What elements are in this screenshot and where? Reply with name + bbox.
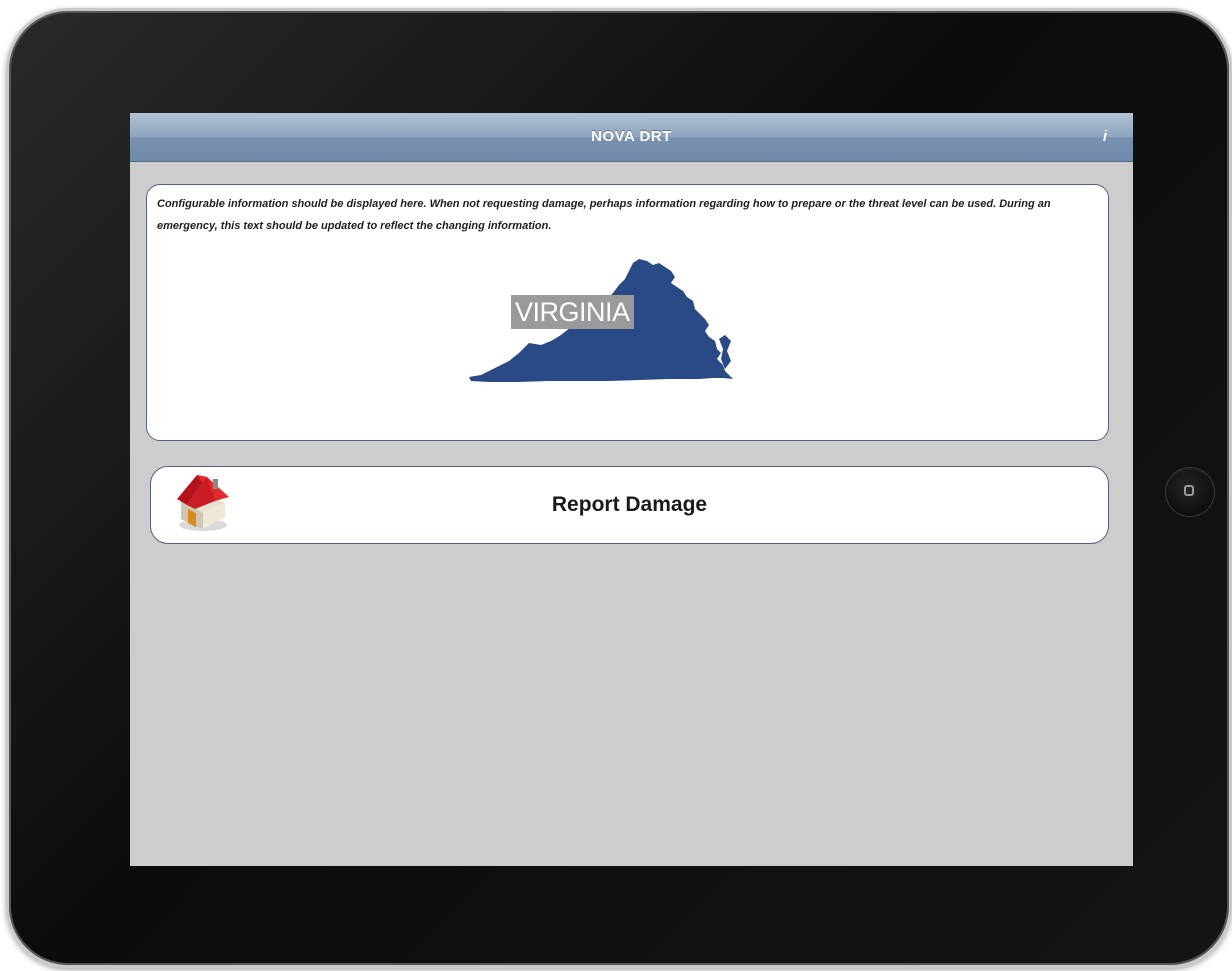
app-screen: NOVA DRT i Configurable information shou…: [130, 113, 1133, 866]
nav-title: NOVA DRT: [591, 128, 672, 145]
report-damage-button[interactable]: Report Damage: [150, 466, 1109, 544]
info-text: Configurable information should be displ…: [157, 198, 1051, 232]
report-damage-label: Report Damage: [551, 493, 708, 516]
info-panel: Configurable information should be displ…: [146, 184, 1109, 441]
virginia-map: VIRGINIA: [469, 257, 739, 385]
info-button[interactable]: i: [1103, 113, 1107, 161]
home-button[interactable]: [1166, 468, 1214, 516]
map-label: VIRGINIA: [511, 295, 634, 329]
navigation-bar: NOVA DRT i: [130, 113, 1133, 162]
home-square-icon: [1184, 485, 1194, 496]
